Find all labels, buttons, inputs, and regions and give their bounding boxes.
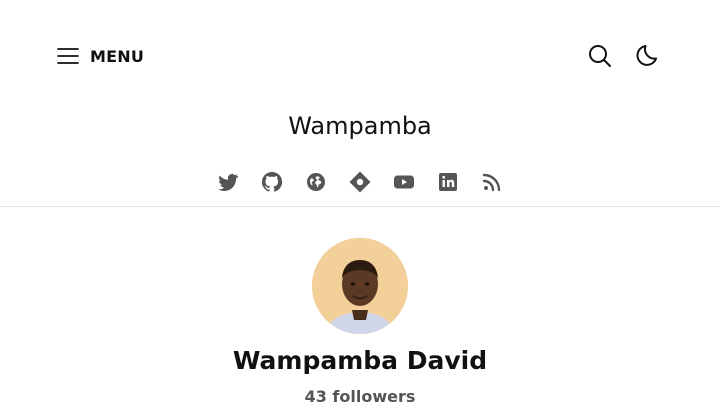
- theme-toggle-button[interactable]: [635, 43, 661, 69]
- author-name[interactable]: Wampamba David: [0, 346, 720, 375]
- search-icon: [589, 45, 611, 67]
- profile-photo: [312, 238, 408, 334]
- twitter-icon: [218, 174, 238, 192]
- blog-title[interactable]: Wampamba: [0, 112, 720, 140]
- youtube-link[interactable]: [392, 170, 416, 194]
- search-button[interactable]: [587, 43, 613, 69]
- map-pin-icon: [349, 171, 371, 193]
- youtube-icon: [394, 175, 414, 189]
- menu-label: MENU: [90, 46, 145, 66]
- social-links: [0, 170, 720, 194]
- twitter-link[interactable]: [216, 170, 240, 194]
- rss-link[interactable]: [480, 170, 504, 194]
- location-link[interactable]: [348, 170, 372, 194]
- globe-icon: [307, 173, 325, 191]
- menu-button[interactable]: MENU: [56, 43, 144, 69]
- linkedin-link[interactable]: [436, 170, 460, 194]
- rss-icon: [482, 173, 501, 192]
- hamburger-icon: [57, 48, 79, 64]
- site-header: MENU Wampamba: [0, 0, 720, 207]
- website-link[interactable]: [304, 170, 328, 194]
- linkedin-icon: [439, 173, 457, 191]
- moon-icon: [636, 45, 657, 66]
- github-icon: [261, 171, 283, 192]
- followers-count[interactable]: 43 followers: [0, 387, 720, 406]
- github-link[interactable]: [260, 170, 284, 194]
- avatar[interactable]: [312, 238, 408, 334]
